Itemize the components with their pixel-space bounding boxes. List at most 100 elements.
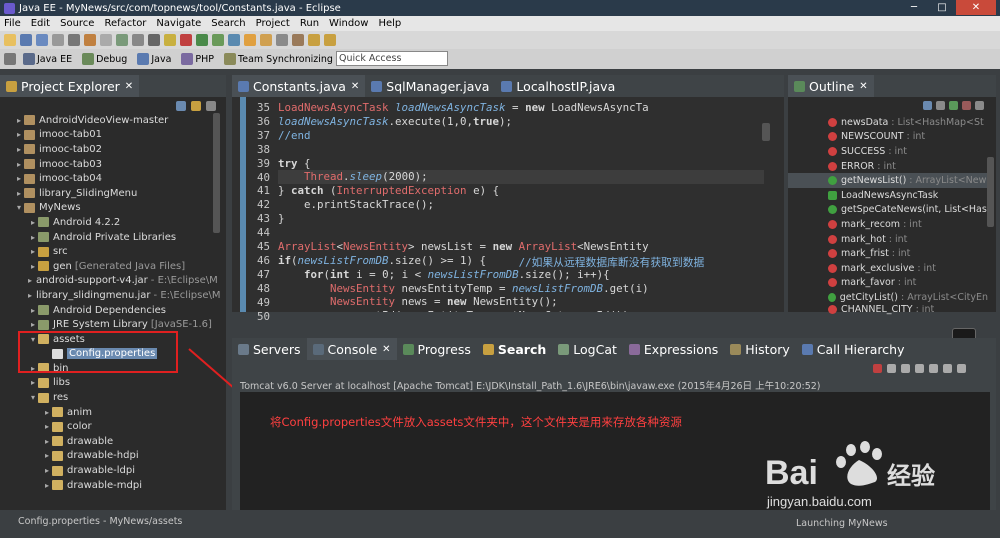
outline-item[interactable]: ERROR: int: [788, 159, 988, 174]
sort-icon[interactable]: [923, 101, 932, 110]
outline-item[interactable]: getCityList(): ArrayList<CityEn: [788, 290, 988, 305]
tab-logcat[interactable]: LogCat: [552, 338, 623, 360]
stop-icon[interactable]: [180, 34, 192, 46]
tree-item[interactable]: ▸ library_slidingmenu.jar - E:\Eclipse\M: [0, 288, 220, 303]
new-icon[interactable]: [4, 34, 16, 46]
tab-localhostip-java[interactable]: LocalhostIP.java: [495, 75, 621, 97]
menu-navigate[interactable]: Navigate: [156, 18, 201, 29]
menu-edit[interactable]: Edit: [31, 18, 50, 29]
menu-window[interactable]: Window: [329, 18, 368, 29]
skip-icon[interactable]: [148, 34, 160, 46]
outline-item[interactable]: mark_frist: int: [788, 246, 988, 261]
search-icon[interactable]: [260, 34, 272, 46]
tab-servers[interactable]: Servers: [232, 338, 307, 360]
tab-sqlmanager-java[interactable]: SqlManager.java: [365, 75, 495, 97]
perspective-java[interactable]: Java: [134, 53, 174, 65]
hide-nonpublic-icon[interactable]: [962, 101, 971, 110]
tree-item[interactable]: ▸ imooc-tab04: [0, 171, 212, 186]
perspective-team-sync[interactable]: Team Synchronizing: [221, 53, 336, 65]
tab-progress[interactable]: Progress: [397, 338, 477, 360]
tab-history[interactable]: History: [724, 338, 795, 360]
menu-run[interactable]: Run: [300, 18, 319, 29]
remove-all-icon[interactable]: [901, 364, 910, 373]
menu-source[interactable]: Source: [60, 18, 94, 29]
open-type-icon[interactable]: [228, 34, 240, 46]
tree-item[interactable]: ▾ MyNews: [0, 201, 212, 216]
tree-item[interactable]: ▸ Android Private Libraries: [0, 230, 212, 245]
menu-help[interactable]: Help: [378, 18, 401, 29]
annotation-icon[interactable]: [276, 34, 288, 46]
tree-item[interactable]: ▸ AndroidVideoView-master: [0, 113, 212, 128]
close-icon[interactable]: ✕: [351, 81, 359, 92]
tree-item[interactable]: ▸ JRE System Library [JavaSE-1.6]: [0, 317, 212, 332]
run-icon[interactable]: [196, 34, 208, 46]
hide-static-icon[interactable]: [949, 101, 958, 110]
tree-item[interactable]: ▸ libs: [0, 376, 212, 391]
tree-item[interactable]: ▸ imooc-tab01: [0, 128, 212, 143]
forward-icon[interactable]: [324, 34, 336, 46]
pin-console-icon[interactable]: [943, 364, 952, 373]
terminate-icon[interactable]: [873, 364, 882, 373]
view-menu-icon[interactable]: [206, 101, 216, 111]
menu-file[interactable]: File: [4, 18, 21, 29]
outline-item[interactable]: newsData: List<HashMap<St: [788, 115, 988, 130]
remove-launch-icon[interactable]: [887, 364, 896, 373]
tree-item[interactable]: ▾ res: [0, 390, 212, 405]
tree-item[interactable]: ▸ color: [0, 419, 212, 434]
explorer-scrollbar[interactable]: [213, 113, 220, 233]
outline-item[interactable]: mark_favor: int: [788, 276, 988, 291]
outline-item[interactable]: SUCCESS: int: [788, 144, 988, 159]
clear-console-icon[interactable]: [915, 364, 924, 373]
next-annotation-icon[interactable]: [292, 34, 304, 46]
tree-item[interactable]: ▸ gen [Generated Java Files]: [0, 259, 212, 274]
hide-fields-icon[interactable]: [936, 101, 945, 110]
tree-item[interactable]: ▸ Android 4.2.2: [0, 215, 212, 230]
menu-search[interactable]: Search: [211, 18, 245, 29]
close-icon[interactable]: ✕: [382, 344, 390, 355]
close-icon[interactable]: ✕: [859, 81, 867, 92]
scroll-lock-icon[interactable]: [929, 364, 938, 373]
menu-project[interactable]: Project: [256, 18, 290, 29]
tab-search[interactable]: Search: [477, 338, 552, 360]
code-area[interactable]: LoadNewsAsyncTask loadNewsAsyncTask = ne…: [278, 101, 764, 312]
tree-item[interactable]: ▸ android-support-v4.jar - E:\Eclipse\M: [0, 274, 218, 289]
close-icon[interactable]: ✕: [125, 81, 133, 92]
save-icon[interactable]: [20, 34, 32, 46]
quick-access-input[interactable]: Quick Access: [336, 51, 448, 66]
undo-icon[interactable]: [132, 34, 144, 46]
tree-item[interactable]: ▸ drawable-hdpi: [0, 449, 212, 464]
tools-icon[interactable]: [84, 34, 96, 46]
outline-item[interactable]: CHANNEL_CITY: int: [788, 305, 988, 315]
outline-item[interactable]: getSpeCateNews(int, List<Has: [788, 203, 988, 218]
tree-item[interactable]: ▸ drawable-ldpi: [0, 463, 212, 478]
outline-item[interactable]: NEWSCOUNT: int: [788, 130, 988, 145]
tree-item[interactable]: ▸ imooc-tab03: [0, 157, 212, 172]
server-icon[interactable]: [68, 34, 80, 46]
avd-icon[interactable]: [116, 34, 128, 46]
tab-console[interactable]: Console ✕: [306, 338, 397, 360]
tree-item[interactable]: ▸ src: [0, 244, 212, 259]
outline-item[interactable]: LoadNewsAsyncTask: [788, 188, 988, 203]
collapse-all-icon[interactable]: [176, 101, 186, 111]
perspective-php[interactable]: PHP: [178, 53, 217, 65]
tab-call-hierarchy[interactable]: Call Hierarchy: [796, 338, 911, 360]
outline-item[interactable]: mark_recom: int: [788, 217, 988, 232]
display-console-icon[interactable]: [957, 364, 966, 373]
maximize-button[interactable]: □: [928, 0, 956, 15]
view-menu-icon[interactable]: [975, 101, 984, 110]
tree-item[interactable]: ▸ drawable: [0, 434, 212, 449]
tab-expressions[interactable]: Expressions: [623, 338, 724, 360]
back-icon[interactable]: [308, 34, 320, 46]
save-all-icon[interactable]: [36, 34, 48, 46]
resume-icon[interactable]: [164, 34, 176, 46]
open-folder-icon[interactable]: [244, 34, 256, 46]
outline-item[interactable]: mark_exclusive: int: [788, 261, 988, 276]
tree-item[interactable]: ▸ imooc-tab02: [0, 142, 212, 157]
outline-item-selected[interactable]: getNewsList(): ArrayList<New: [788, 173, 988, 188]
minimize-button[interactable]: ─: [900, 0, 928, 15]
tree-item[interactable]: ▸ Android Dependencies: [0, 303, 212, 318]
menu-refactor[interactable]: Refactor: [104, 18, 146, 29]
link-editor-icon[interactable]: [191, 101, 201, 111]
perspective-debug[interactable]: Debug: [79, 53, 130, 65]
tab-constants-java[interactable]: Constants.java ✕: [232, 75, 366, 97]
